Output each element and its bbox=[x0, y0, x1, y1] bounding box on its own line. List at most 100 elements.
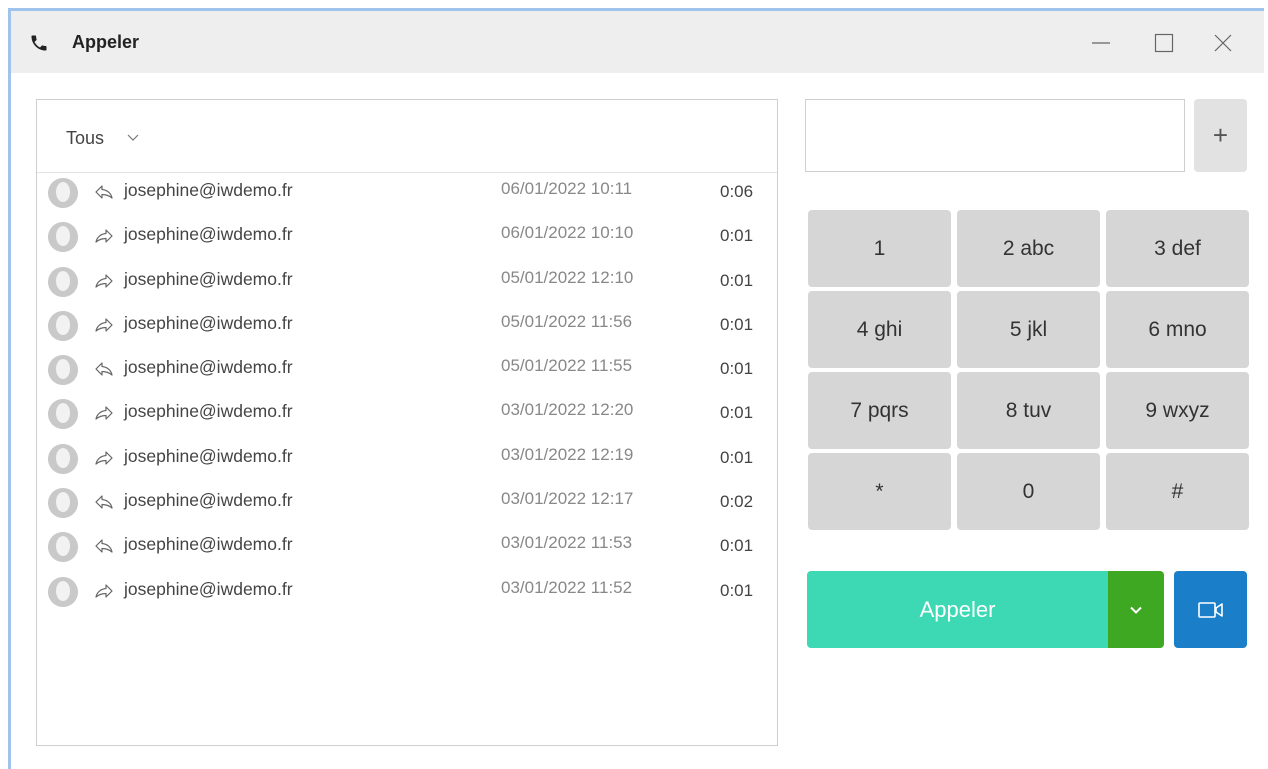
table-row[interactable]: josephine@iwdemo.fr 05/01/2022 12:10 0:01 bbox=[37, 262, 777, 306]
call-duration: 0:06 bbox=[720, 182, 754, 201]
table-row[interactable]: josephine@iwdemo.fr 03/01/2022 11:52 0:01 bbox=[37, 572, 777, 616]
call-date: 05/01/2022 11:56 bbox=[501, 311, 633, 331]
outgoing-call-icon bbox=[95, 318, 113, 332]
outgoing-call-icon bbox=[95, 451, 113, 465]
close-icon bbox=[1214, 34, 1232, 52]
user-icon bbox=[48, 310, 78, 341]
history-filter[interactable]: Tous bbox=[37, 100, 777, 173]
call-duration: 0:01 bbox=[720, 359, 754, 379]
contact-email: josephine@iwdemo.fr bbox=[124, 490, 293, 511]
call-duration: 0:01 bbox=[720, 580, 754, 600]
contact-email: josephine@iwdemo.fr bbox=[124, 180, 293, 200]
minimize-icon bbox=[1092, 42, 1110, 44]
table-row[interactable]: josephine@iwdemo.fr 05/01/2022 11:56 0:01 bbox=[37, 306, 777, 350]
dial-key[interactable]: 9 wxyz bbox=[1106, 372, 1249, 449]
call-duration: 0:01 bbox=[720, 270, 754, 290]
outgoing-call-icon bbox=[95, 229, 113, 243]
avatar bbox=[48, 310, 78, 341]
call-date: 05/01/2022 11:55 bbox=[501, 356, 633, 376]
call-options-button[interactable] bbox=[1108, 571, 1164, 648]
dial-key[interactable]: # bbox=[1106, 453, 1249, 530]
avatar bbox=[48, 443, 78, 474]
maximize-button[interactable] bbox=[1145, 25, 1183, 61]
user-icon bbox=[48, 222, 78, 253]
outgoing-call-icon bbox=[95, 406, 113, 421]
call-button[interactable]: Appeler bbox=[807, 571, 1108, 648]
contact-email: josephine@iwdemo.fr bbox=[124, 534, 293, 555]
dial-key[interactable]: 3 def bbox=[1106, 210, 1249, 287]
avatar bbox=[48, 355, 78, 386]
dial-key[interactable]: 0 bbox=[957, 453, 1100, 530]
call-date: 03/01/2022 11:52 bbox=[501, 577, 633, 597]
dial-key[interactable]: 4 ghi bbox=[808, 291, 951, 368]
minimize-button[interactable] bbox=[1082, 25, 1120, 61]
incoming-call-icon bbox=[95, 539, 113, 553]
dial-keypad: 12 abc 3 def 4 ghi 5 jkl 6 mno 7 pqrs 8 tuv 9 w… bbox=[808, 210, 1250, 534]
table-row[interactable]: josephine@iwdemo.fr 06/01/2022 10:11 0:06 bbox=[37, 173, 777, 217]
chevron-down-icon bbox=[127, 134, 139, 141]
user-icon bbox=[48, 443, 78, 474]
table-row[interactable]: josephine@iwdemo.fr 03/01/2022 11:53 0:01 bbox=[37, 527, 777, 571]
dial-key[interactable]: 6 mno bbox=[1106, 291, 1249, 368]
call-date: 05/01/2022 12:10 bbox=[501, 267, 634, 287]
add-contact-button[interactable]: + bbox=[1194, 99, 1247, 172]
contact-email: josephine@iwdemo.fr bbox=[124, 357, 293, 378]
dial-key[interactable]: 5 jkl bbox=[957, 291, 1100, 368]
call-duration: 0:01 bbox=[720, 314, 754, 334]
table-row[interactable]: josephine@iwdemo.fr 03/01/2022 12:17 0:02 bbox=[37, 483, 777, 527]
table-row[interactable]: josephine@iwdemo.fr 06/01/2022 10:10 0:01 bbox=[37, 217, 777, 261]
close-button[interactable] bbox=[1204, 25, 1242, 61]
outgoing-call-icon bbox=[95, 273, 113, 288]
phone-icon bbox=[31, 35, 47, 51]
call-date: 03/01/2022 11:53 bbox=[501, 533, 633, 553]
avatar bbox=[48, 178, 78, 208]
table-row[interactable]: josephine@iwdemo.fr 03/01/2022 12:19 0:01 bbox=[37, 439, 777, 483]
incoming-call-icon bbox=[95, 495, 113, 509]
user-icon bbox=[48, 488, 78, 519]
call-date: 06/01/2022 10:11 bbox=[501, 179, 633, 198]
window-title: Appeler bbox=[72, 32, 140, 52]
avatar bbox=[48, 266, 78, 297]
contact-email: josephine@iwdemo.fr bbox=[124, 578, 293, 599]
call-duration: 0:01 bbox=[720, 447, 754, 467]
dial-key[interactable]: 8 tuv bbox=[957, 372, 1100, 449]
user-icon bbox=[48, 532, 78, 563]
dial-key[interactable]: 2 abc bbox=[957, 210, 1100, 287]
incoming-call-icon bbox=[95, 362, 113, 376]
avatar bbox=[48, 222, 78, 253]
filter-label: Tous bbox=[66, 128, 105, 148]
avatar bbox=[48, 532, 78, 563]
contact-email: josephine@iwdemo.fr bbox=[124, 224, 293, 245]
avatar bbox=[48, 399, 78, 430]
contact-email: josephine@iwdemo.fr bbox=[124, 401, 293, 422]
call-date: 03/01/2022 12:17 bbox=[501, 489, 634, 509]
chevron-down-icon bbox=[1130, 606, 1142, 614]
call-duration: 0:01 bbox=[720, 403, 754, 423]
contact-email: josephine@iwdemo.fr bbox=[124, 445, 293, 466]
user-icon bbox=[48, 355, 78, 386]
call-date: 03/01/2022 12:20 bbox=[501, 400, 634, 420]
table-row[interactable]: josephine@iwdemo.fr 03/01/2022 12:20 0:01 bbox=[37, 394, 777, 438]
call-date: 06/01/2022 10:10 bbox=[501, 223, 634, 243]
dial-key[interactable]: 1 bbox=[808, 210, 951, 287]
user-icon bbox=[48, 399, 78, 430]
contact-email: josephine@iwdemo.fr bbox=[124, 312, 293, 333]
call-history-list: josephine@iwdemo.fr 06/01/2022 10:11 0:06 j… bbox=[37, 173, 777, 616]
user-icon bbox=[48, 266, 78, 297]
dial-key[interactable]: 7 pqrs bbox=[808, 372, 951, 449]
avatar bbox=[48, 488, 78, 519]
incoming-call-icon bbox=[95, 185, 113, 199]
call-history-panel: Tous josephine@iwdemo.fr 06/01/2022 10:11… bbox=[36, 99, 778, 746]
contact-email: josephine@iwdemo.fr bbox=[124, 268, 293, 289]
phone-number-input[interactable] bbox=[805, 99, 1185, 172]
video-camera-icon bbox=[1197, 601, 1223, 618]
maximize-icon bbox=[1154, 33, 1174, 53]
video-call-button[interactable] bbox=[1174, 571, 1247, 648]
table-row[interactable]: josephine@iwdemo.fr 05/01/2022 11:55 0:01 bbox=[37, 350, 777, 394]
user-icon bbox=[48, 178, 78, 208]
call-duration: 0:01 bbox=[720, 536, 754, 556]
outgoing-call-icon bbox=[95, 584, 113, 598]
call-duration: 0:01 bbox=[720, 226, 754, 246]
dial-key[interactable]: * bbox=[808, 453, 951, 530]
call-duration: 0:02 bbox=[720, 492, 754, 512]
